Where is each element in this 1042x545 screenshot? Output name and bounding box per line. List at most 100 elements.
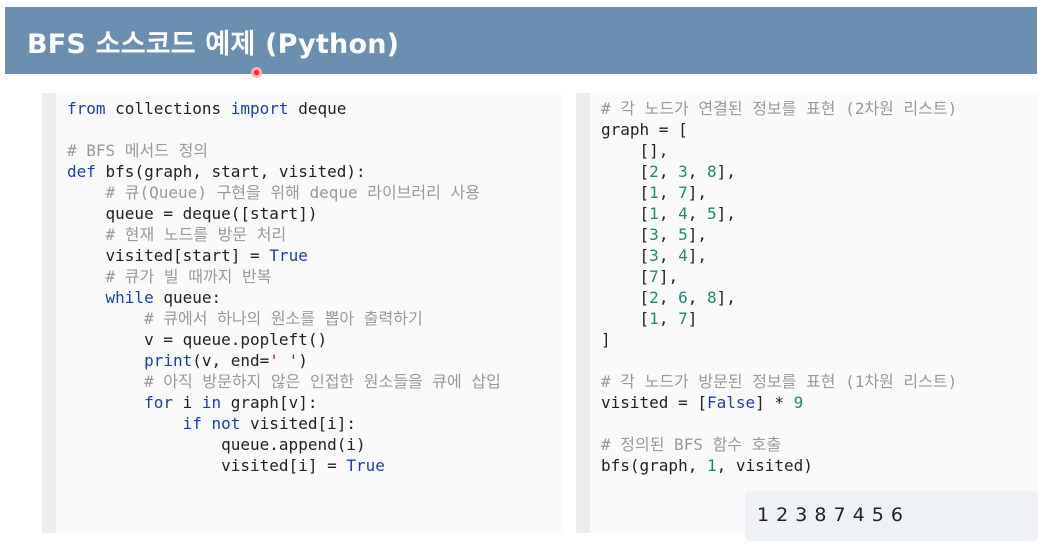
code-line: # 큐가 빌 때까지 반복: [67, 266, 501, 287]
code-token: queue = deque([start]): [105, 204, 318, 223]
code-token: ],: [716, 162, 736, 181]
code-token: visited = [: [601, 393, 707, 412]
code-line: # 큐에서 하나의 원소를 뽑아 출력하기: [67, 308, 501, 329]
number-token: 9: [793, 393, 804, 412]
code-comment: # 각 노드가 방문된 정보를 표현 (1차원 리스트): [601, 372, 958, 391]
code-token: ],: [687, 246, 707, 265]
code-token: queue.append(i): [221, 435, 366, 454]
graph-rows: [], [2, 3, 8], [1, 7], [1, 4, 5], [3, 5]…: [601, 140, 957, 329]
code-token: bfs(graph,: [601, 456, 707, 475]
number-token: 1: [706, 456, 717, 475]
keyword-token: print: [144, 351, 193, 370]
keyword-token: True: [346, 456, 385, 475]
code-line: # 아직 방문하지 않은 인접한 원소들을 큐에 삽입: [67, 371, 501, 392]
slide-title-bar: BFS 소스코드 예제 (Python): [5, 7, 1037, 74]
code-token: [: [639, 204, 650, 223]
code-line: v = queue.popleft(): [67, 329, 501, 350]
code-token: ,: [658, 204, 679, 223]
code-token: ,: [658, 246, 679, 265]
output-text: 1 2 3 8 7 4 5 6: [757, 504, 904, 526]
code-block-graph-setup: # 각 노드가 연결된 정보를 표현 (2차원 리스트) graph = [ []…: [601, 98, 957, 476]
code-token: collections: [105, 99, 231, 118]
number-token: 5: [706, 204, 717, 223]
code-token: visited[i]:: [240, 414, 356, 433]
code-token: ],: [658, 267, 679, 286]
number-token: 7: [678, 309, 688, 328]
code-token: [: [639, 246, 650, 265]
code-token: ,: [687, 204, 707, 223]
code-token: [: [639, 162, 650, 181]
keyword-token: def: [67, 162, 96, 181]
graph-row: [2, 6, 8],: [601, 287, 957, 308]
code-token: ,: [658, 309, 679, 328]
keyword-token: import: [230, 99, 289, 118]
code-comment: # 아직 방문하지 않은 인접한 원소들을 큐에 삽입: [144, 372, 501, 391]
code-token: ,: [658, 162, 679, 181]
keyword-token: for: [144, 393, 173, 412]
code-token: ],: [716, 204, 736, 223]
code-line: print(v, end=' '): [67, 350, 501, 371]
number-token: 2: [649, 288, 659, 307]
number-token: 1: [649, 183, 659, 202]
code-comment: # 큐에서 하나의 원소를 뽑아 출력하기: [144, 309, 423, 328]
code-token: (v, end=: [192, 351, 270, 370]
code-comment: # BFS 메서드 정의: [67, 141, 209, 160]
code-line: if not visited[i]:: [67, 413, 501, 434]
code-line: while queue:: [67, 287, 501, 308]
code-token: [: [639, 183, 650, 202]
code-line: visited[i] = True: [67, 455, 501, 476]
keyword-token: not: [211, 414, 241, 433]
code-comment: # 각 노드가 연결된 정보를 표현 (2차원 리스트): [601, 99, 958, 118]
code-token: [],: [639, 141, 669, 160]
code-token: deque: [288, 99, 347, 118]
code-line: # 큐(Queue) 구현을 위해 deque 라이브러리 사용: [67, 182, 501, 203]
number-token: 7: [678, 183, 688, 202]
code-token: [: [639, 309, 650, 328]
output-box: 1 2 3 8 7 4 5 6: [745, 491, 1038, 541]
code-token: ,: [687, 162, 707, 181]
code-comment: # 큐(Queue) 구현을 위해 deque 라이브러리 사용: [105, 183, 480, 202]
graph-row: [3, 5],: [601, 224, 957, 245]
code-token: [: [639, 225, 650, 244]
code-token: [: [639, 267, 650, 286]
graph-row: [2, 3, 8],: [601, 161, 957, 182]
number-token: 3: [678, 162, 688, 181]
code-token: ],: [716, 288, 736, 307]
keyword-token: while: [105, 288, 154, 307]
code-line: def bfs(graph, start, visited):: [67, 161, 501, 182]
graph-row: [],: [601, 140, 957, 161]
code-token: [: [639, 288, 650, 307]
graph-row: [1, 4, 5],: [601, 203, 957, 224]
code-token: ],: [687, 225, 707, 244]
code-panel-bfs-function: from collections import deque # BFS 메서드 정…: [42, 93, 562, 533]
keyword-token: True: [269, 246, 308, 265]
number-token: 1: [649, 309, 659, 328]
code-token: bfs(graph, start, visited):: [95, 162, 366, 181]
code-line: queue.append(i): [67, 434, 501, 455]
code-token: ] *: [755, 393, 794, 412]
number-token: 4: [678, 204, 688, 223]
code-comment: # 큐가 빌 때까지 반복: [105, 267, 272, 286]
code-line: from collections import deque: [67, 98, 501, 119]
code-token: , visited): [716, 456, 813, 475]
keyword-token: if: [182, 414, 202, 433]
graph-row: [3, 4],: [601, 245, 957, 266]
graph-row: [1, 7],: [601, 182, 957, 203]
code-line: visited = [False] * 9: [601, 392, 957, 413]
number-token: 8: [706, 162, 717, 181]
code-token: ,: [687, 288, 707, 307]
code-line: bfs(graph, 1, visited): [601, 455, 957, 476]
code-token: ],: [687, 183, 707, 202]
code-comment: # 정의된 BFS 함수 호출: [601, 435, 782, 454]
number-token: 3: [649, 246, 659, 265]
code-panel-graph-setup: # 각 노드가 연결된 정보를 표현 (2차원 리스트) graph = [ []…: [576, 93, 1038, 533]
code-token: visited[i] =: [221, 456, 347, 475]
code-line: graph = [: [601, 120, 688, 139]
code-line: queue = deque([start]): [67, 203, 501, 224]
graph-row: [1, 7]: [601, 308, 957, 329]
code-comment: # 현재 노드를 방문 처리: [105, 225, 287, 244]
code-block-bfs-function: from collections import deque # BFS 메서드 정…: [67, 98, 501, 476]
keyword-token: in: [201, 393, 222, 412]
